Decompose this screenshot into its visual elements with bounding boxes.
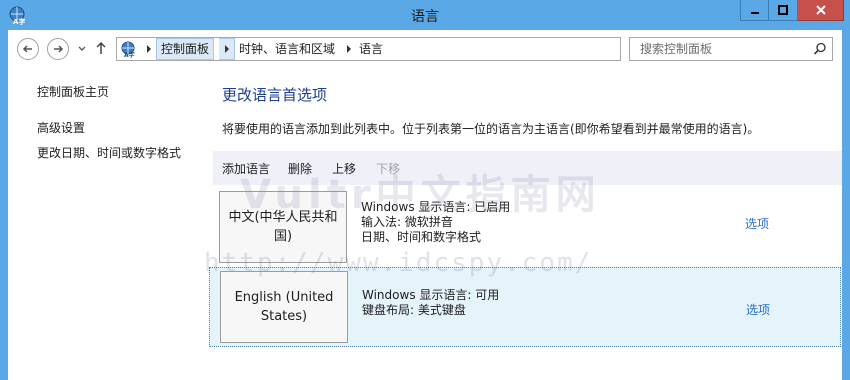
chevron-right-icon xyxy=(224,45,229,53)
sidebar-item-control-panel-home[interactable]: 控制面板主页 xyxy=(37,83,109,100)
arrow-left-icon xyxy=(22,45,32,53)
breadcrumb-control-panel[interactable]: 控制面板 xyxy=(156,38,215,60)
breadcrumb-separator[interactable] xyxy=(141,38,157,60)
language-window: A字 语言 A字 控制面板 时钟、语言和区域 语言 搜索控制面板 控制面板主页 … xyxy=(0,0,850,380)
maximize-button[interactable] xyxy=(769,0,798,21)
display-language-status: Windows 显示语言: 可用 xyxy=(362,288,500,302)
control-panel-icon: A字 xyxy=(119,40,139,59)
chevron-right-icon xyxy=(147,45,151,53)
close-icon xyxy=(815,5,826,15)
language-toolbar: 添加语言 删除 上移 下移 xyxy=(213,151,842,185)
language-row-chinese[interactable]: 中文(中华人民共和国) Windows 显示语言: 已启用 输入法: 微软拼音 … xyxy=(209,188,841,268)
breadcrumb-separator[interactable] xyxy=(219,38,235,60)
language-options-link[interactable]: 选项 xyxy=(746,301,770,318)
arrow-up-icon xyxy=(96,41,106,54)
display-language-status: Windows 显示语言: 已启用 xyxy=(361,200,511,214)
remove-language-button[interactable]: 删除 xyxy=(288,160,312,177)
navigation-bar: A字 控制面板 时钟、语言和区域 语言 xyxy=(8,30,842,68)
window-title: 语言 xyxy=(411,9,439,25)
sidebar-item-change-date-time-format[interactable]: 更改日期、时间或数字格式 xyxy=(37,144,181,161)
forward-button[interactable] xyxy=(47,38,69,60)
client-area: A字 控制面板 时钟、语言和区域 语言 搜索控制面板 控制面板主页 高级设置 更… xyxy=(8,30,842,380)
keyboard-layout: 键盘布局: 美式键盘 xyxy=(362,303,466,317)
up-button[interactable] xyxy=(95,40,107,59)
svg-text:A字: A字 xyxy=(124,51,135,58)
date-time-format: 日期、时间和数字格式 xyxy=(361,230,482,244)
add-language-button[interactable]: 添加语言 xyxy=(222,160,270,177)
breadcrumb-clock-language-region[interactable]: 时钟、语言和区域 xyxy=(235,38,339,60)
address-bar[interactable]: A字 控制面板 时钟、语言和区域 语言 xyxy=(116,37,621,61)
search-icon[interactable] xyxy=(813,42,827,59)
breadcrumb-language[interactable]: 语言 xyxy=(355,38,387,60)
move-up-button[interactable]: 上移 xyxy=(332,160,356,177)
page-description: 将要使用的语言添加到此列表中。位于列表第一位的语言为主语言(即你希望看到并最常使… xyxy=(222,122,760,136)
minimize-icon xyxy=(750,12,759,14)
back-button[interactable] xyxy=(17,38,39,60)
recent-locations-button[interactable] xyxy=(77,43,87,57)
input-method: 输入法: 微软拼音 xyxy=(361,215,453,229)
chevron-down-icon xyxy=(78,46,86,51)
language-details: Windows 显示语言: 已启用 输入法: 微软拼音 日期、时间和数字格式 xyxy=(361,200,510,245)
search-input[interactable] xyxy=(630,38,810,60)
arrow-right-icon xyxy=(54,45,64,53)
sidebar-item-advanced-settings[interactable]: 高级设置 xyxy=(37,119,85,136)
language-name-tile[interactable]: English (United States) xyxy=(220,271,348,343)
chevron-right-icon xyxy=(347,45,351,53)
minimize-button[interactable] xyxy=(740,0,769,21)
language-name-tile[interactable]: 中文(中华人民共和国) xyxy=(219,191,347,263)
page-title: 更改语言首选项 xyxy=(222,86,328,104)
language-details: Windows 显示语言: 可用 键盘布局: 美式键盘 xyxy=(362,288,499,318)
search-box[interactable] xyxy=(629,37,833,61)
close-button[interactable] xyxy=(798,0,844,21)
title-bar[interactable]: A字 语言 xyxy=(0,0,850,30)
move-down-button[interactable]: 下移 xyxy=(376,160,400,177)
language-options-link[interactable]: 选项 xyxy=(745,215,769,232)
maximize-icon xyxy=(778,5,788,15)
language-row-english[interactable]: English (United States) Windows 显示语言: 可用… xyxy=(209,267,841,347)
